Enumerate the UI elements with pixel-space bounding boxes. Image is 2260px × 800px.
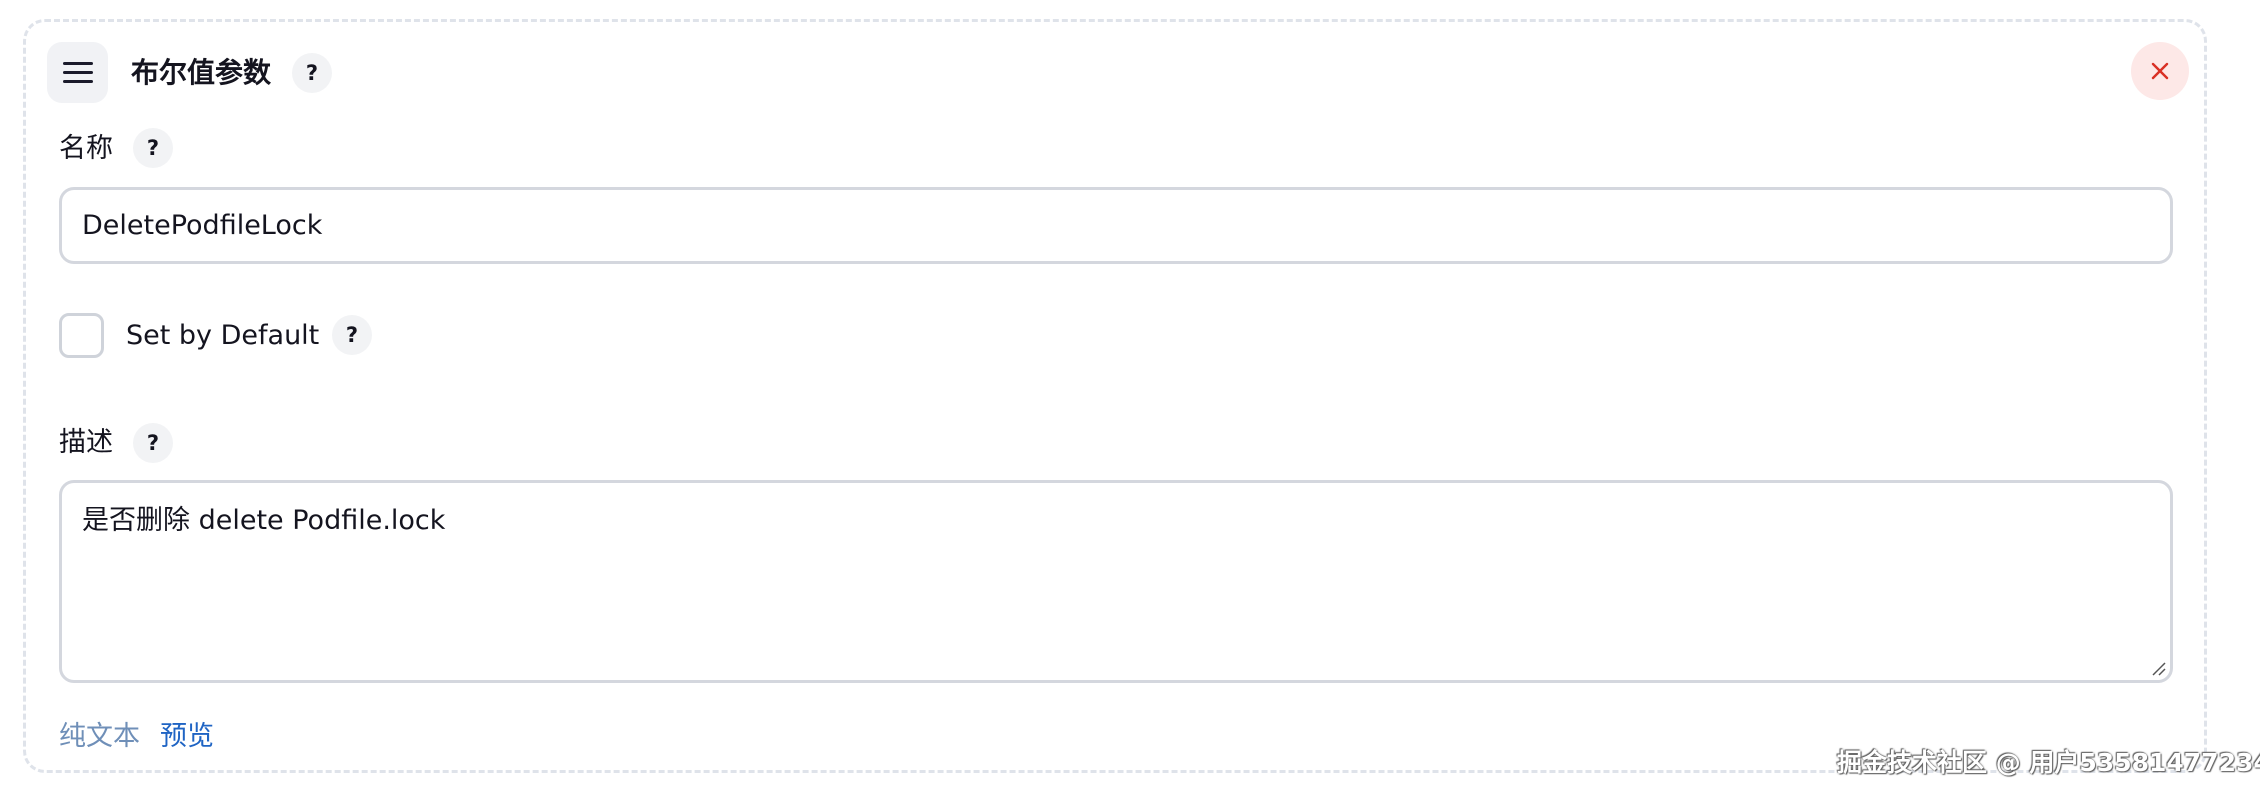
card-title: 布尔值参数: [131, 56, 272, 89]
close-icon: [2151, 62, 2169, 80]
boolean-parameter-card: 布尔值参数 ? 名称 ? DeletePodfileLock Set by De…: [23, 19, 2207, 773]
description-label: 描述: [59, 427, 113, 458]
set-by-default-help-icon[interactable]: ?: [332, 315, 372, 355]
name-input[interactable]: DeletePodfileLock: [59, 187, 2173, 264]
title-help-icon[interactable]: ?: [292, 53, 332, 93]
description-textarea[interactable]: 是否删除 delete Podfile.lock: [59, 480, 2173, 683]
name-help-icon[interactable]: ?: [133, 128, 173, 168]
preview-link[interactable]: 预览: [160, 719, 214, 755]
description-text: 是否删除 delete Podfile.lock: [82, 505, 446, 536]
delete-parameter-button[interactable]: [2131, 42, 2189, 100]
set-by-default-checkbox[interactable]: [59, 313, 104, 358]
name-label: 名称: [59, 133, 113, 164]
drag-handle-button[interactable]: [47, 42, 108, 103]
description-help-icon[interactable]: ?: [133, 423, 173, 463]
resize-grip-icon[interactable]: [2150, 660, 2166, 676]
set-by-default-label[interactable]: Set by Default: [126, 318, 319, 354]
plain-text-link[interactable]: 纯文本: [59, 719, 140, 755]
watermark-text: 掘金技术社区 @ 用户535814772344: [1837, 748, 2260, 777]
menu-lines-icon: [62, 62, 93, 65]
